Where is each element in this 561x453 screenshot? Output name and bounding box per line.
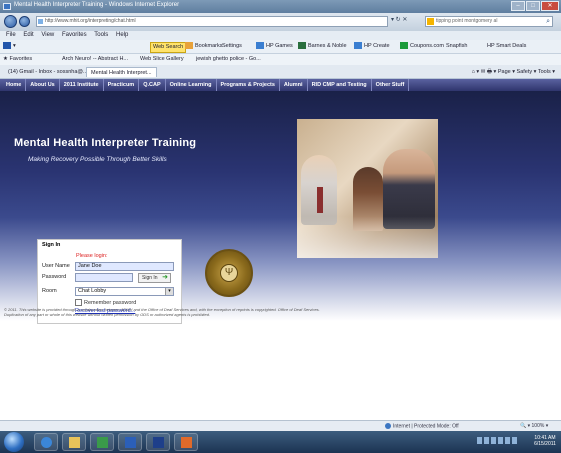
menu-help[interactable]: Help	[116, 32, 128, 38]
address-bar[interactable]: http://www.mhit.org/interpreting/chat.ht…	[36, 16, 388, 27]
hp-create-button[interactable]: HP Create	[354, 42, 390, 51]
security-zone[interactable]: Internet | Protected Mode: Off	[385, 423, 459, 429]
password-label: Password	[42, 274, 67, 280]
username-label: User Name	[42, 263, 70, 269]
close-button[interactable]: ✕	[541, 1, 559, 11]
search-provider-icon	[427, 18, 434, 25]
settings-button[interactable]: Settings	[222, 42, 242, 51]
favorite-item-2[interactable]: Web Slice Gallery	[140, 55, 184, 64]
search-text: tipping point montgomery al	[436, 18, 498, 24]
word-taskbar-icon[interactable]	[118, 433, 142, 451]
tab-gmail[interactable]: (14) Gmail - Inbox - sossnha@...	[4, 67, 92, 77]
nav-qcap[interactable]: Q.CAP	[139, 79, 166, 91]
username-field[interactable]: Jane Doe	[75, 262, 174, 271]
nav-rid-cmp[interactable]: RID CMP and Testing	[308, 79, 372, 91]
banner-photo	[297, 119, 438, 258]
address-tools[interactable]: ▾ ↻ ✕	[391, 16, 407, 23]
sign-in-button[interactable]: Sign In ➜	[138, 273, 171, 283]
menu-view[interactable]: View	[41, 32, 54, 38]
web-search-button[interactable]: Web Search	[150, 42, 187, 53]
nav-online-learning[interactable]: Online Learning	[166, 79, 217, 91]
address-url: http://www.mhit.org/interpreting/chat.ht…	[45, 18, 136, 24]
hp-games-button[interactable]: HP Games	[256, 42, 293, 51]
room-select[interactable]: Chat Lobby ▾	[75, 287, 174, 296]
seal-logo: Ψ	[205, 249, 253, 297]
folder-taskbar-icon[interactable]	[62, 433, 86, 451]
coupons-button[interactable]: Coupons.com	[400, 42, 444, 51]
powerpoint-taskbar-icon[interactable]	[174, 433, 198, 451]
photo-person-left	[301, 155, 337, 225]
bookmarks-button[interactable]: Bookmarks	[185, 42, 223, 51]
app-taskbar-icon[interactable]	[146, 433, 170, 451]
menu-file[interactable]: File	[6, 32, 16, 38]
start-button[interactable]	[4, 432, 24, 452]
nav-practicum[interactable]: Practicum	[104, 79, 140, 91]
page-content: Home About Us 2011 Institute Practicum Q…	[0, 79, 561, 420]
nav-home[interactable]: Home	[0, 79, 27, 91]
snapfish-button[interactable]: Snapfish	[446, 42, 467, 51]
menu-bar: File Edit View Favorites Tools Help	[0, 31, 561, 40]
window-controls: – □ ✕	[511, 1, 559, 11]
forward-button[interactable]	[19, 16, 30, 27]
footer-copyright: © 2011. This website is provided through…	[4, 307, 320, 317]
hp-smart-deals-button[interactable]: HP Smart Deals	[487, 42, 526, 51]
nav-programs[interactable]: Programs & Projects	[217, 79, 280, 91]
clock[interactable]: 10:41 AM 6/15/2011	[532, 435, 558, 447]
tab-mental-health[interactable]: Mental Health Interpret...	[86, 67, 157, 77]
login-prompt: Please login:	[76, 253, 108, 259]
remember-checkbox[interactable]: Remember password	[75, 299, 136, 306]
arrow-icon: ➜	[162, 274, 168, 281]
taskbar: 10:41 AM 6/15/2011	[0, 431, 561, 453]
search-icon[interactable]: ⌕	[546, 17, 550, 26]
system-tray[interactable]	[477, 437, 527, 446]
media-taskbar-icon[interactable]	[90, 433, 114, 451]
room-label: Room	[42, 288, 57, 294]
seal-symbol-icon: Ψ	[224, 267, 234, 278]
nav-institute[interactable]: 2011 Institute	[60, 79, 104, 91]
ie-taskbar-icon[interactable]	[34, 433, 58, 451]
barnes-button[interactable]: Barnes & Noble	[298, 42, 347, 51]
menu-edit[interactable]: Edit	[23, 32, 33, 38]
favorites-bar: ★ Favorites Arch Neuro! -- Abstract H...…	[0, 54, 561, 65]
nav-about[interactable]: About Us	[26, 79, 60, 91]
favorites-button[interactable]: ★ Favorites	[3, 55, 32, 64]
toolbar-row: ▾ Web Search Bookmarks Settings HP Games…	[0, 40, 561, 54]
back-button[interactable]	[4, 15, 17, 28]
login-heading: Sign In	[42, 242, 61, 248]
menu-favorites[interactable]: Favorites	[62, 32, 87, 38]
site-tagline: Making Recovery Possible Through Better …	[28, 156, 167, 163]
site-title: Mental Health Interpreter Training	[14, 137, 197, 149]
status-bar: Internet | Protected Mode: Off 🔍 ▾ 100% …	[0, 420, 561, 431]
photo-person-middle	[353, 167, 383, 231]
search-input[interactable]: tipping point montgomery al ⌕	[425, 16, 553, 27]
toolbar-logo[interactable]: ▾	[3, 42, 16, 51]
minimize-button[interactable]: –	[511, 1, 525, 11]
site-nav: Home About Us 2011 Institute Practicum Q…	[0, 79, 561, 91]
window-title: Mental Health Interpreter Training - Win…	[14, 2, 180, 8]
menu-tools[interactable]: Tools	[94, 32, 108, 38]
tab-bar: (14) Gmail - Inbox - sossnha@... Mental …	[0, 65, 561, 79]
favorite-item-3[interactable]: jewish ghetto police - Go...	[196, 55, 261, 64]
command-bar[interactable]: ⌂ ▾ ✉ 🖶 ▾ Page ▾ Safety ▾ Tools ▾	[472, 67, 555, 77]
globe-icon	[385, 423, 391, 429]
favorite-item-1[interactable]: Arch Neuro! -- Abstract H...	[62, 55, 128, 64]
ie-icon	[3, 3, 11, 10]
zoom-level[interactable]: 🔍 ▾ 100% ▾	[520, 423, 548, 429]
page-icon	[38, 19, 43, 24]
nav-alumni[interactable]: Alumni	[280, 79, 308, 91]
photo-person-right	[383, 149, 435, 229]
chevron-down-icon: ▾	[165, 288, 173, 295]
nav-other-stuff[interactable]: Other Stuff	[372, 79, 410, 91]
window-title-bar: Mental Health Interpreter Training - Win…	[0, 0, 561, 13]
maximize-button[interactable]: □	[526, 1, 540, 11]
address-row: http://www.mhit.org/interpreting/chat.ht…	[0, 13, 561, 31]
password-field[interactable]	[75, 273, 133, 282]
